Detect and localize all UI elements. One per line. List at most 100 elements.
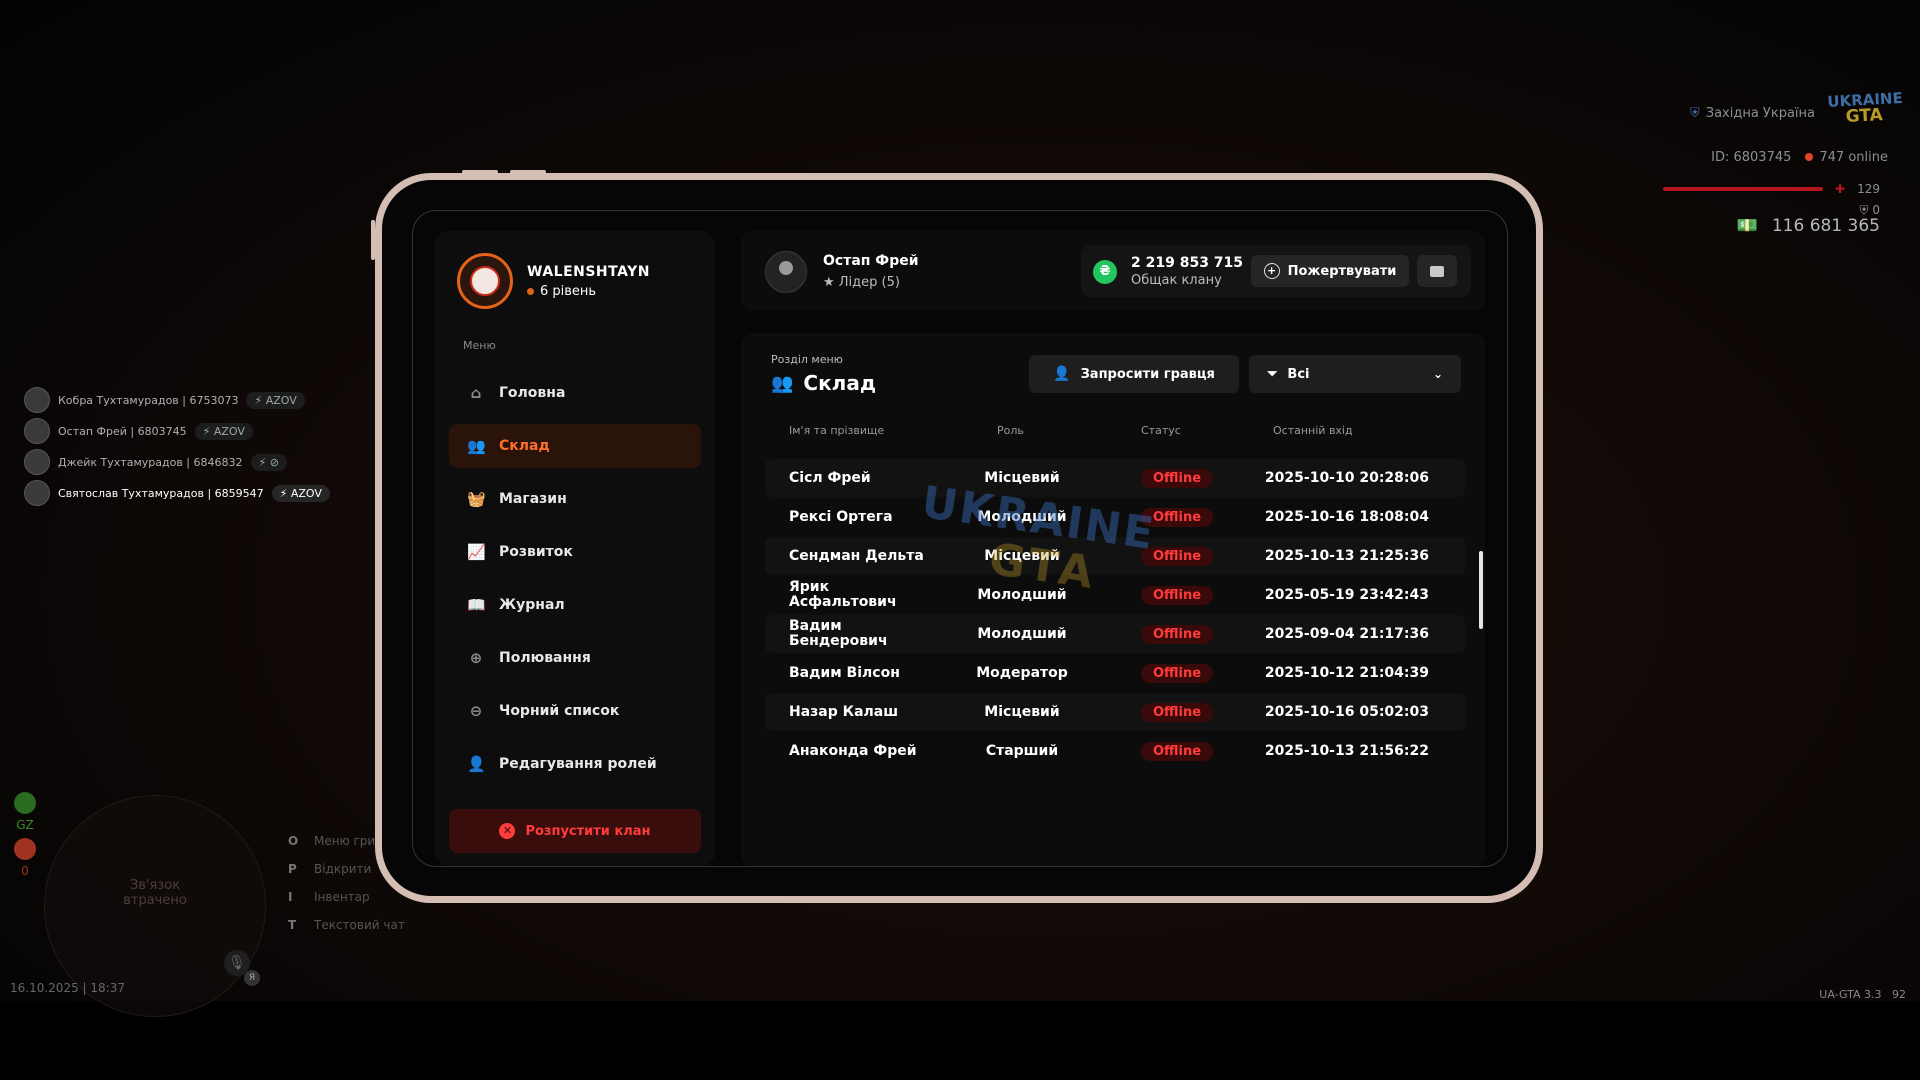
level-dot-icon: [527, 287, 534, 295]
server-name: ⛨ Західна Україна: [1689, 106, 1815, 121]
table-row[interactable]: Вадим Бендерович Молодший Offline 2025-09-0…: [765, 615, 1465, 653]
gz-icon: [14, 792, 36, 814]
sidebar-item-5[interactable]: 📖 Журнал: [449, 583, 701, 627]
sidebar-item-6[interactable]: ⊕ Полювання: [449, 636, 701, 680]
keyhint-label: Меню гри: [314, 834, 376, 848]
armor-icon: ⛨: [1859, 203, 1869, 217]
member-role: Модератор: [976, 665, 1068, 681]
member-name: Вадим Бендерович: [789, 618, 888, 649]
member-last-login: 2025-05-19 23:42:43: [1264, 587, 1429, 603]
member-last-login: 2025-10-16 18:08:04: [1264, 509, 1429, 525]
column-status: Статус: [1141, 424, 1181, 437]
clan-avatar: [457, 253, 513, 309]
player-avatar: [24, 449, 50, 475]
donate-button[interactable]: + Пожертвувати: [1251, 255, 1409, 287]
keyhint-key: T: [288, 918, 297, 932]
member-name: Сендман Дельта: [789, 547, 924, 564]
sidebar-item-3[interactable]: 🧺 Магазин: [449, 477, 701, 521]
player-name: Святослав Тухтамурадов | 6859547: [58, 486, 264, 500]
sidebar-item-label: Полювання: [499, 650, 591, 666]
shield-icon: ⛨: [1689, 106, 1700, 121]
sidebar-item-7[interactable]: ⊖ Чорний список: [449, 689, 701, 733]
tablet-button: [510, 170, 546, 174]
watermark-logo: UKRAINE GTA: [918, 476, 1159, 600]
table-row[interactable]: Вадим Вілсон Модератор Offline 2025-10-12 2…: [765, 654, 1465, 692]
tablet-side-button: [371, 220, 375, 260]
clan-bank: ₴ 2 219 853 715 Общак клану + Пожертвува…: [1081, 245, 1471, 297]
sidebar: WALENSHTAYN 6 рівень Меню ⌂ Головна 👥 Склад…: [435, 231, 715, 866]
status-badge: Offline: [1141, 742, 1214, 761]
leader-role: ★ Лідер (5): [823, 275, 900, 290]
member-name: Ярик Асфальтович: [789, 579, 897, 610]
voice-player-item: Джейк Тухтамурадов | 6846832 ⚡ ⊘: [24, 449, 336, 475]
member-name: Вадим Вілсон: [789, 664, 900, 681]
player-name: Кобра Тухтамурадов | 6753073: [58, 393, 239, 407]
player-tag: ⚡ AZOV: [271, 484, 330, 502]
sidebar-item-label: Редагування ролей: [499, 756, 657, 772]
table-row[interactable]: Назар Калаш Місцевий Offline 2025-10-16 05:…: [765, 693, 1465, 731]
close-circle-icon: ✕: [499, 823, 516, 839]
clan-profile: WALENSHTAYN 6 рівень: [457, 253, 650, 309]
role-filter-select[interactable]: ⏷ Всі ⌄: [1249, 355, 1461, 393]
keyhint-label: Інвентар: [314, 890, 370, 904]
muted-icon: ⚡ ⊘: [250, 453, 287, 471]
sidebar-item-label: Склад: [499, 438, 550, 454]
voice-player-item: Кобра Тухтамурадов | 6753073 ⚡ AZOV: [24, 387, 336, 413]
chevron-down-icon: ⌄: [1432, 367, 1443, 381]
cash-icon: 💵: [1736, 216, 1758, 236]
hryvnia-coin-icon: ₴: [1093, 260, 1117, 284]
filter-icon: ⏷: [1267, 366, 1278, 382]
member-last-login: 2025-09-04 21:17:36: [1264, 626, 1429, 642]
tablet-frame: WALENSHTAYN 6 рівень Меню ⌂ Головна 👥 Склад…: [371, 170, 1543, 903]
wallet-button[interactable]: [1417, 255, 1457, 287]
status-badge: Offline: [1141, 625, 1214, 644]
member-name: Анаконда Фрей: [789, 742, 917, 759]
player-avatar: [24, 387, 50, 413]
money-display: 💵 116 681 365: [1736, 216, 1880, 236]
sidebar-item-1[interactable]: ⌂ Головна: [449, 371, 701, 415]
crosshair-icon: ⊕: [469, 649, 483, 667]
health-value: 129: [1857, 182, 1880, 196]
column-role: Роль: [997, 424, 1024, 437]
member-name: Назар Калаш: [789, 703, 899, 720]
disband-clan-button[interactable]: ✕ Розпустити клан: [449, 809, 701, 853]
health-icon: ✚: [1835, 182, 1846, 196]
column-name: Ім'я та прізвище: [789, 424, 885, 437]
status-badge: Offline: [1141, 664, 1214, 683]
player-id: ID: 6803745: [1711, 150, 1792, 165]
member-last-login: 2025-10-10 20:28:06: [1264, 470, 1429, 486]
book-icon: 📖: [467, 596, 486, 614]
tablet-button: [462, 170, 498, 174]
sidebar-item-label: Розвиток: [499, 544, 573, 560]
online-dot-icon: [1805, 153, 1814, 161]
member-last-login: 2025-10-12 21:04:39: [1264, 665, 1429, 681]
plus-circle-icon: +: [1263, 263, 1280, 279]
sidebar-item-2[interactable]: 👥 Склад: [449, 424, 701, 468]
sidebar-menu: ⌂ Головна 👥 Склад 🧺 Магазин 📈 Розвиток 📖 Журнал ⊕ П…: [449, 371, 701, 786]
stormtrooper-icon: [470, 266, 500, 296]
member-role: Місцевий: [984, 704, 1060, 720]
sidebar-item-4[interactable]: 📈 Розвиток: [449, 530, 701, 574]
player-tag: ⚡ AZOV: [194, 422, 253, 440]
invite-player-button[interactable]: 👤 Запросити гравця: [1029, 355, 1239, 393]
sidebar-item-8[interactable]: 👤 Редагування ролей: [449, 742, 701, 786]
leader-header: Остап Фрей ★ Лідер (5) ₴ 2 219 853 715 О…: [741, 231, 1485, 311]
player-avatar: [24, 418, 50, 444]
letterbox: [0, 1001, 1920, 1080]
table-scrollbar[interactable]: [1479, 551, 1483, 629]
voice-player-item: Остап Фрей | 6803745 ⚡ AZOV: [24, 418, 336, 444]
chart-icon: 📈: [467, 543, 486, 561]
member-name: Рексі Ортега: [789, 508, 893, 525]
section-caption: Розділ меню: [771, 353, 843, 366]
status-badge: Offline: [1141, 469, 1214, 488]
voice-players-list: Кобра Тухтамурадов | 6753073 ⚡ AZOV Остап …: [24, 387, 336, 506]
keyhint-key: O: [288, 834, 299, 848]
table-row[interactable]: Сісл Фрей Місцевий Offline 2025-10-10 20:28…: [765, 459, 1465, 497]
users-icon: 👥: [771, 372, 794, 394]
users-icon: 👥: [467, 437, 486, 455]
sidebar-item-label: Чорний список: [499, 703, 620, 719]
player-tag: ⚡ AZOV: [246, 391, 305, 409]
zone-indicator: GZ 0: [12, 792, 38, 878]
player-name: Джейк Тухтамурадов | 6846832: [58, 455, 243, 469]
table-row[interactable]: Анаконда Фрей Старший Offline 2025-10-13 21…: [765, 732, 1465, 770]
